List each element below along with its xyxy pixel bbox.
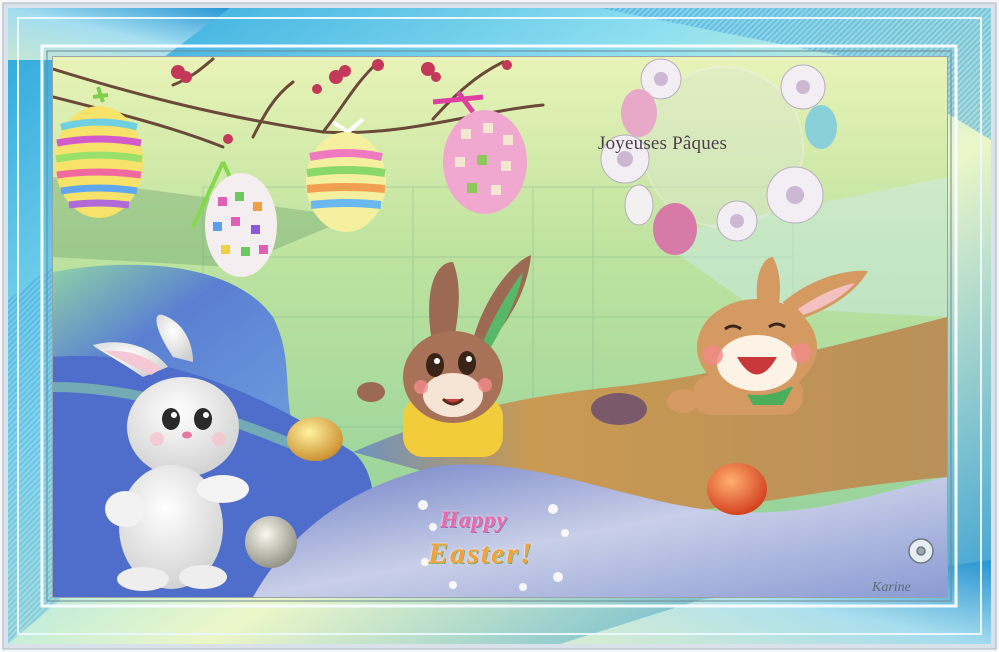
greeting-easter: Easter! <box>428 537 534 570</box>
signature-flower <box>908 538 934 564</box>
egg-silver <box>245 516 297 568</box>
greeting-french: Joyeuses Pâques <box>598 133 728 154</box>
egg-red <box>707 463 767 515</box>
greeting-happy: Happy <box>440 507 508 532</box>
egg-gold <box>287 417 343 461</box>
artist-signature: Karine <box>872 580 911 595</box>
egg-purple <box>591 393 647 425</box>
